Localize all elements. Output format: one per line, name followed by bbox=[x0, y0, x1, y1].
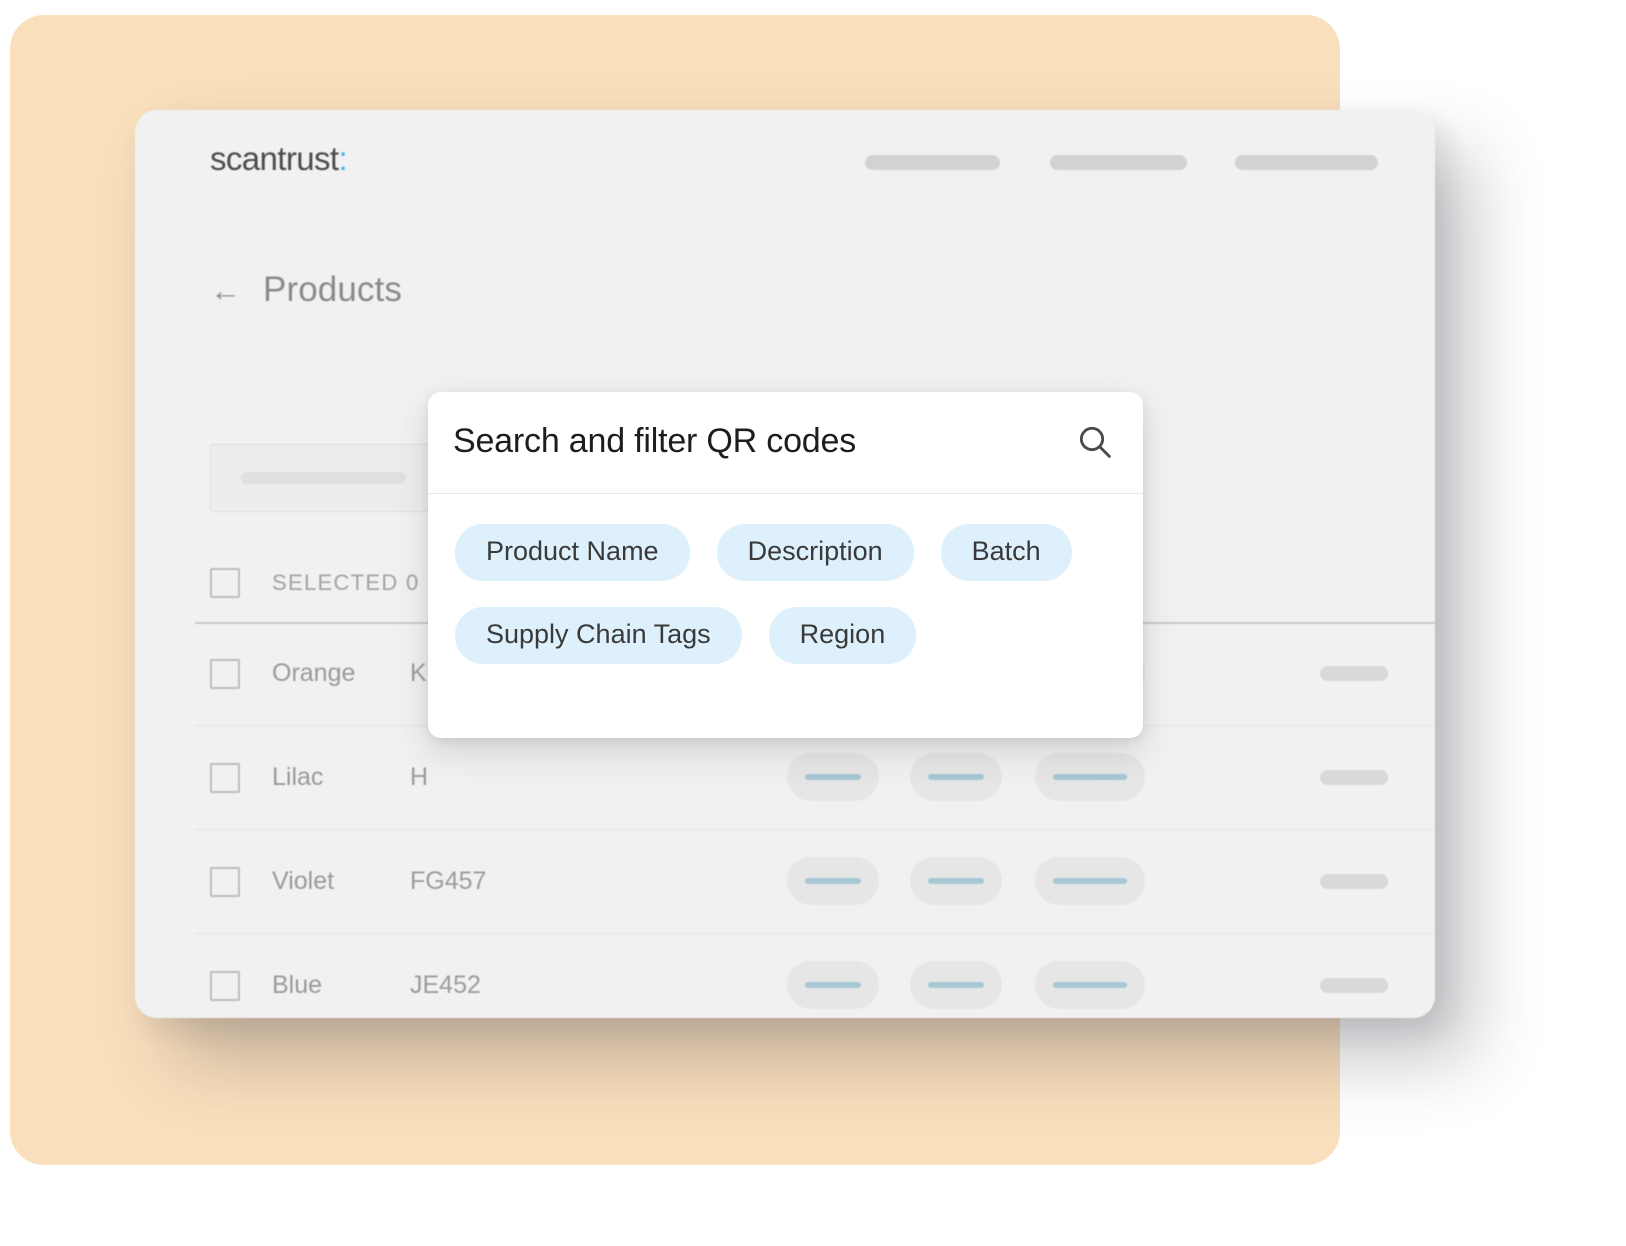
row-product-name: Blue bbox=[272, 971, 323, 999]
row-meta-placeholder-1 bbox=[1320, 770, 1388, 785]
nav-item-placeholder-3[interactable] bbox=[1235, 155, 1378, 170]
nav-item-placeholder-2[interactable] bbox=[1050, 155, 1187, 170]
row-meta-placeholder-1 bbox=[1320, 978, 1388, 993]
row-tag-chip[interactable] bbox=[910, 961, 1002, 1009]
row-product-code: FG457 bbox=[410, 867, 487, 895]
row-product-name: Lilac bbox=[272, 763, 324, 791]
filter-chip-description[interactable]: Description bbox=[716, 524, 914, 582]
select-all-checkbox[interactable] bbox=[210, 568, 240, 598]
row-tag-chip[interactable] bbox=[1035, 961, 1145, 1009]
search-icon[interactable] bbox=[1075, 422, 1115, 467]
row-tag-chip[interactable] bbox=[910, 753, 1002, 801]
tag-bar bbox=[805, 774, 861, 780]
table-row[interactable]: Lilac H bbox=[195, 726, 1435, 830]
search-filter-modal: Search and filter QR codes Product Name … bbox=[428, 392, 1143, 738]
modal-header: Search and filter QR codes bbox=[428, 392, 1143, 494]
selected-count-label: SELECTED 0 bbox=[272, 570, 420, 595]
filter-chip-product-name[interactable]: Product Name bbox=[455, 524, 690, 582]
row-tag-chip[interactable] bbox=[1035, 857, 1145, 905]
app-topbar: scantrust: bbox=[135, 110, 1435, 215]
page-title: Products bbox=[263, 270, 402, 309]
row-tag-chip[interactable] bbox=[910, 857, 1002, 905]
row-product-name: Violet bbox=[272, 867, 335, 895]
tag-bar bbox=[1053, 878, 1127, 884]
row-checkbox[interactable] bbox=[210, 658, 240, 689]
row-product-code: K bbox=[410, 659, 427, 687]
filter-chip-batch[interactable]: Batch bbox=[940, 524, 1072, 582]
tag-bar bbox=[1053, 982, 1127, 988]
filter-chip-supply-chain-tags[interactable]: Supply Chain Tags bbox=[455, 607, 742, 665]
back-arrow-icon[interactable]: ← bbox=[210, 275, 241, 306]
row-checkbox[interactable] bbox=[210, 762, 240, 793]
tag-bar bbox=[805, 982, 861, 988]
tag-bar bbox=[928, 982, 984, 988]
filter-chip-region[interactable]: Region bbox=[768, 607, 917, 665]
row-product-code: JE452 bbox=[410, 971, 481, 999]
modal-title: Search and filter QR codes bbox=[453, 422, 856, 460]
nav-item-placeholder-1[interactable] bbox=[865, 155, 1000, 170]
table-row[interactable]: Blue JE452 bbox=[195, 934, 1435, 1018]
row-product-code: H bbox=[410, 763, 429, 791]
search-input-placeholder-bar bbox=[241, 472, 406, 484]
logo-colon: : bbox=[338, 140, 348, 177]
row-tag-chip[interactable] bbox=[1035, 753, 1145, 801]
row-checkbox[interactable] bbox=[210, 866, 240, 897]
row-tag-chip[interactable] bbox=[787, 857, 879, 905]
row-tag-chip[interactable] bbox=[787, 961, 879, 1009]
page-header: ← Products bbox=[210, 270, 402, 310]
tag-bar bbox=[805, 878, 861, 884]
tag-bar bbox=[928, 774, 984, 780]
row-meta-placeholder-1 bbox=[1320, 666, 1388, 681]
row-meta-placeholder-1 bbox=[1320, 874, 1388, 889]
logo-wordmark: scantrust bbox=[210, 140, 339, 177]
row-product-name: Orange bbox=[272, 659, 356, 687]
modal-body: Product Name Description Batch Supply Ch… bbox=[428, 494, 1143, 665]
table-row[interactable]: Violet FG457 bbox=[195, 830, 1435, 934]
row-tag-chip[interactable] bbox=[787, 753, 879, 801]
filter-chip-list: Product Name Description Batch Supply Ch… bbox=[455, 524, 1116, 665]
tag-bar bbox=[928, 878, 984, 884]
tag-bar bbox=[1053, 774, 1127, 780]
scantrust-logo: scantrust: bbox=[210, 140, 348, 178]
row-checkbox[interactable] bbox=[210, 970, 240, 1001]
